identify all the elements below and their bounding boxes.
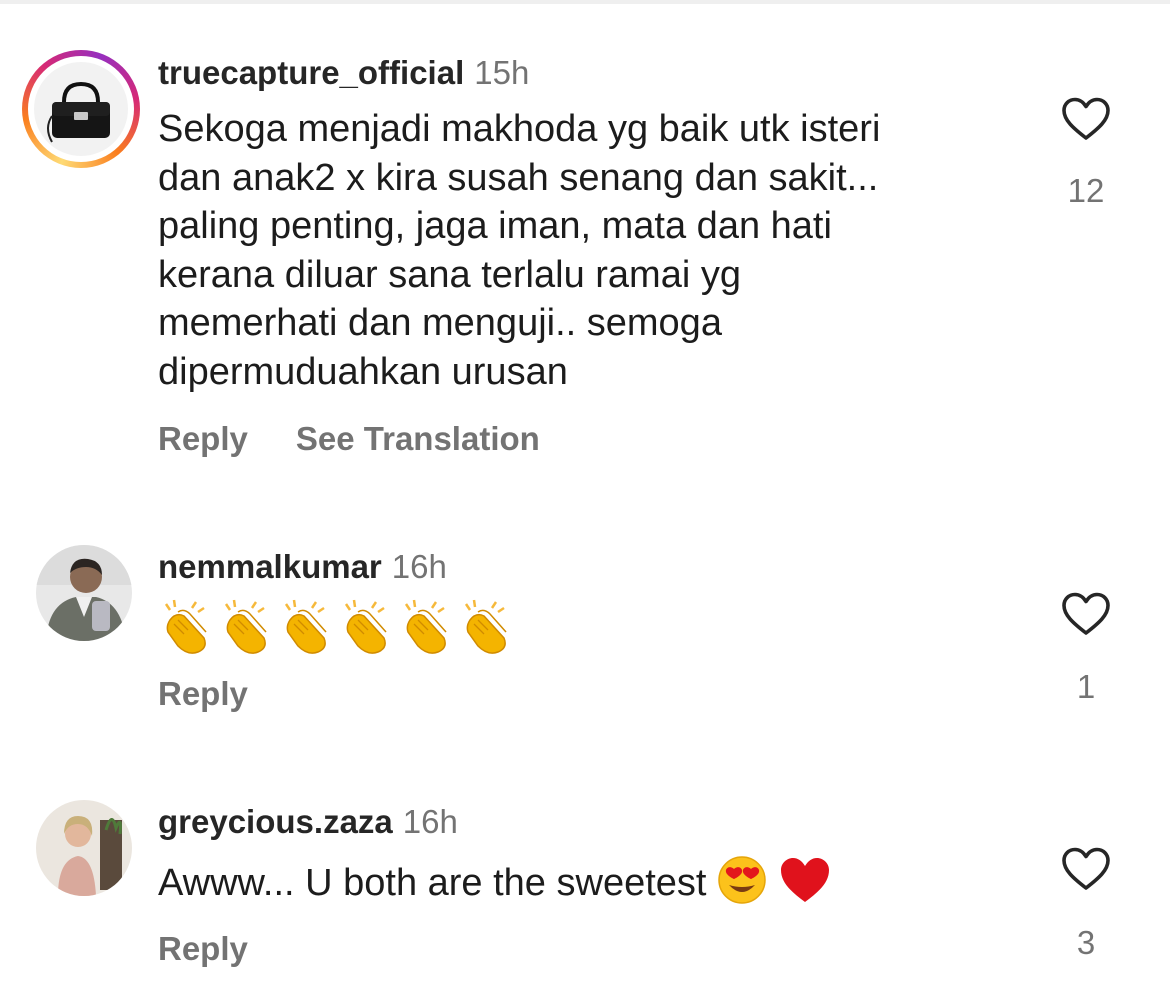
avatar[interactable] (22, 50, 140, 168)
clapping-hands-emoji-icon (404, 598, 448, 655)
comment-text: Sekoga menjadi makhoda yg baik utk ister… (158, 108, 881, 393)
timestamp: 16h (402, 803, 458, 840)
heart-eyes-emoji-icon (718, 856, 766, 904)
see-translation-button[interactable]: See Translation (296, 420, 540, 457)
emoji-row (158, 596, 518, 656)
heart-outline-icon[interactable] (1061, 97, 1111, 141)
comment-actions: Reply (158, 675, 248, 713)
clapping-hands-emoji-icon (164, 598, 208, 655)
man-in-suit-avatar-icon[interactable] (36, 545, 132, 641)
clapping-hands-emoji-icon (344, 598, 388, 655)
username[interactable]: truecapture_official 15h (158, 54, 529, 92)
timestamp: 16h (391, 548, 447, 585)
handbag-avatar-icon (34, 62, 128, 156)
comment-actions: Reply See Translation (158, 420, 540, 458)
woman-avatar-icon[interactable] (36, 800, 132, 896)
clapping-hands-emoji-icon (284, 598, 328, 655)
username[interactable]: greycious.zaza 16h (158, 803, 458, 841)
like-count: 3 (1076, 924, 1096, 961)
like-count: 12 (1067, 172, 1105, 209)
top-divider (0, 0, 1170, 4)
timestamp: 15h (474, 54, 530, 91)
heart-outline-icon[interactable] (1061, 592, 1111, 636)
reply-button[interactable]: Reply (158, 675, 248, 712)
like-button[interactable] (1058, 97, 1114, 141)
comment-actions: Reply (158, 930, 248, 968)
like-button[interactable] (1058, 592, 1114, 636)
like-count: 1 (1076, 668, 1096, 705)
reply-button[interactable]: Reply (158, 930, 248, 967)
username-text[interactable]: greycious.zaza (158, 803, 393, 840)
clapping-hands-emoji-icon (224, 598, 268, 655)
comment-text: Awww... U both are the sweetest (158, 855, 1038, 908)
username-text[interactable]: nemmalkumar (158, 548, 382, 585)
username[interactable]: nemmalkumar 16h (158, 548, 447, 586)
red-heart-emoji-icon (780, 858, 829, 902)
heart-outline-icon[interactable] (1061, 847, 1111, 891)
clapping-hands-emoji-icon (464, 598, 508, 655)
username-text[interactable]: truecapture_official (158, 54, 464, 91)
like-button[interactable] (1058, 847, 1114, 891)
comment-text-content: Awww... U both are the sweetest (158, 862, 707, 904)
reply-button[interactable]: Reply (158, 420, 248, 457)
